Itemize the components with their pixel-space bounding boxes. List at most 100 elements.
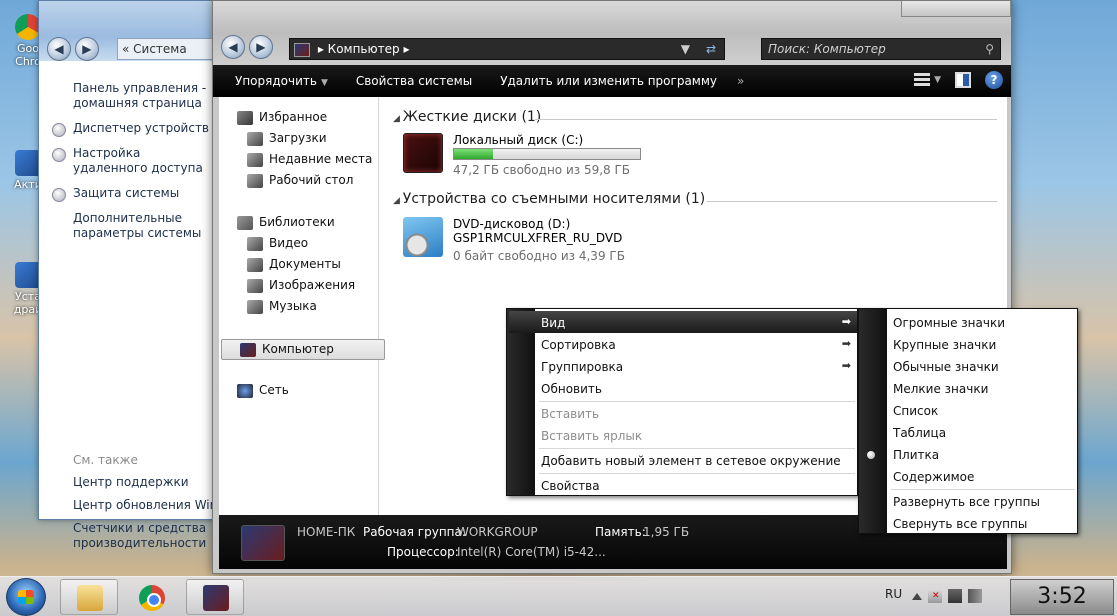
taskbar-chrome[interactable] [122,579,180,615]
search-input[interactable]: Поиск: Компьютер ⚲ [761,38,1001,60]
nav-images[interactable]: Изображения [247,278,355,293]
view-large-icons[interactable]: Крупные значки [893,338,996,352]
clock[interactable]: 3:52 [1010,579,1114,615]
drive-c[interactable]: Локальный диск (C:) 47,2 ГБ свободно из … [403,133,663,179]
command-bar-right: ▼ ? [914,71,1003,89]
address-dropdown-icon[interactable]: ▼ [681,39,690,59]
view-content[interactable]: Содержимое [893,470,974,484]
link-remote-settings[interactable]: Настройка удаленного доступа [52,146,213,176]
nav-desktop[interactable]: Рабочий стол [247,173,353,188]
collapse-arrow-icon: ◢ [393,114,403,124]
submenu-arrow-icon: ➡ [841,337,851,350]
link-control-panel-home[interactable]: Панель управления - домашняя страница [73,81,213,111]
control-panel-breadcrumb[interactable]: « Система [117,38,219,60]
section-removable[interactable]: ◢ Устройства со съемными носителями (1) [393,191,705,207]
view-huge-icons[interactable]: Огромные значки [893,316,1005,330]
forward-button[interactable]: ▶ [74,37,99,61]
see-also-title: См. также [73,453,138,467]
nav-network[interactable]: Сеть [237,383,289,398]
details-workgroup-value: WORKGROUP [457,525,538,539]
nav-label: Загрузки [269,131,327,145]
nav-computer[interactable]: Компьютер [221,339,385,360]
menu-separator [891,489,1075,490]
view-list[interactable]: Список [893,404,938,418]
search-icon[interactable]: ⚲ [985,39,994,59]
refresh-icon[interactable]: ⇄ [706,39,716,59]
view-details[interactable]: Таблица [893,426,946,440]
menu-item-refresh[interactable]: Обновить [541,382,602,396]
section-hard-disks[interactable]: ◢ Жесткие диски (1) [393,109,541,125]
windows-logo-icon [18,590,34,604]
link-advanced-settings[interactable]: Дополнительные параметры системы [73,211,218,241]
more-commands-button[interactable]: » [731,74,750,88]
section-divider [707,201,997,202]
nav-label: Рабочий стол [269,173,354,187]
drive-d-name: DVD-дисковод (D:) [453,217,571,231]
menu-separator [539,448,855,449]
view-tiles[interactable]: Плитка [893,448,939,462]
menu-item-view[interactable]: Вид [541,316,565,330]
nav-label: Сеть [259,383,289,397]
chevron-down-icon: ▼ [320,78,328,88]
preview-pane-icon[interactable] [955,72,971,88]
music-folder-icon [247,299,263,314]
taskbar-explorer[interactable] [60,579,118,615]
search-placeholder: Поиск: Компьютер [768,42,886,56]
link-device-manager[interactable]: Диспетчер устройств [52,121,217,137]
organize-button[interactable]: Упорядочить ▼ [221,74,342,88]
nav-label: Избранное [259,110,328,124]
nav-music[interactable]: Музыка [247,299,317,314]
nav-downloads[interactable]: Загрузки [247,131,327,146]
submenu-arrow-icon: ➡ [841,315,851,328]
expand-all-groups[interactable]: Развернуть все группы [893,495,1040,509]
back-button[interactable]: ◀ [221,35,245,59]
view-small-icons[interactable]: Мелкие значки [893,382,988,396]
menu-item-paste-shortcut: Вставить ярлык [541,429,643,443]
back-button[interactable]: ◀ [47,37,71,61]
nav-label: Недавние места [269,152,373,166]
system-properties-button[interactable]: Свойства системы [342,74,486,88]
computer-icon [203,585,229,611]
see-also-links: Центр поддержки Центр обновления Windows… [73,475,213,559]
action-center-icon[interactable] [928,589,942,603]
menu-item-add-network-location[interactable]: Добавить новый элемент в сетевое окружен… [541,454,841,468]
language-indicator[interactable]: RU [885,587,902,601]
link-system-protection[interactable]: Защита системы [52,186,217,202]
nav-libraries[interactable]: Библиотеки [237,215,335,230]
window-controls[interactable] [901,1,1011,17]
nav-recent-places[interactable]: Недавние места [247,152,372,167]
chrome-icon [139,585,165,611]
link-windows-update[interactable]: Центр обновления Windows [73,498,213,513]
menu-item-sort[interactable]: Сортировка [541,338,616,352]
collapse-arrow-icon: ◢ [393,196,403,206]
volume-icon[interactable] [968,589,982,603]
address-bar[interactable]: ▸ Компьютер ▸ ▼ ⇄ [289,38,725,60]
start-button[interactable] [6,578,46,616]
menu-gutter [507,309,535,495]
menu-separator [539,473,855,474]
nav-video[interactable]: Видео [247,236,308,251]
link-action-center[interactable]: Центр поддержки [73,475,213,490]
nav-favorites[interactable]: Избранное [237,110,327,125]
menu-item-properties[interactable]: Свойства [541,479,600,493]
breadcrumb-separator-icon: « [122,42,134,56]
view-normal-icons[interactable]: Обычные значки [893,360,999,374]
network-tray-icon[interactable] [948,589,962,603]
menu-item-group[interactable]: Группировка [541,360,623,374]
nav-buttons: ◀ ▶ [47,37,99,61]
collapse-all-groups[interactable]: Свернуть все группы [893,517,1027,531]
help-icon[interactable]: ? [985,71,1003,89]
drive-d[interactable]: DVD-дисковод (D:) GSP1RMCULXFRER_RU_DVD … [403,217,663,263]
forward-button[interactable]: ▶ [248,35,273,59]
chevron-down-icon[interactable]: ▼ [934,75,941,85]
computer-icon [241,525,285,561]
show-hidden-icons-icon[interactable] [912,593,922,600]
change-view-icon[interactable] [914,73,931,87]
nav-documents[interactable]: Документы [247,257,341,272]
drive-c-usage-fill [454,149,494,159]
taskbar-computer-window[interactable] [186,579,244,615]
details-cpu-label: Процессор: [387,545,459,559]
link-performance-tools[interactable]: Счетчики и средства производительности [73,521,213,551]
uninstall-program-button[interactable]: Удалить или изменить программу [486,74,731,88]
folder-icon [247,131,263,146]
